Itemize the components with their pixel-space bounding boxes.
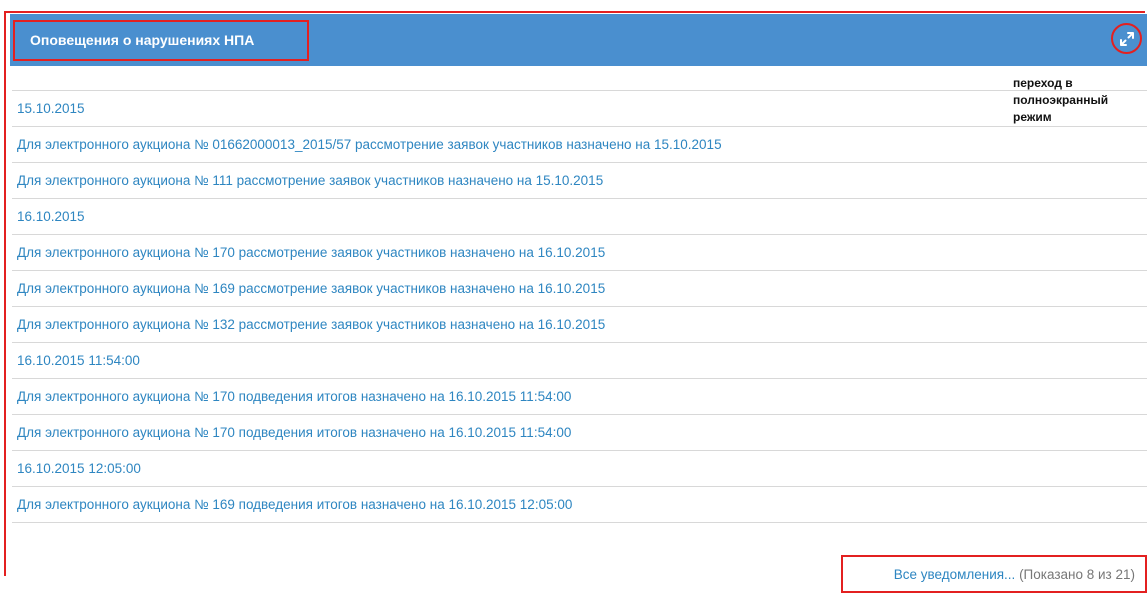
notification-item[interactable]: Для электронного аукциона № 111 рассмотр… bbox=[12, 163, 1147, 199]
shown-count: (Показано 8 из 21) bbox=[1015, 567, 1135, 582]
notification-item[interactable]: Для электронного аукциона № 01662000013_… bbox=[12, 127, 1147, 163]
date-group-header[interactable]: 16.10.2015 11:54:00 bbox=[12, 343, 1147, 379]
notification-item[interactable]: Для электронного аукциона № 169 рассмотр… bbox=[12, 271, 1147, 307]
panel-title: Оповещения о нарушениях НПА bbox=[30, 32, 255, 48]
list-spacer bbox=[12, 69, 1147, 91]
footer-highlight: Все уведомления... (Показано 8 из 21) bbox=[841, 555, 1147, 593]
date-group-header[interactable]: 16.10.2015 bbox=[12, 199, 1147, 235]
footer-text: Все уведомления... (Показано 8 из 21) bbox=[894, 557, 1135, 593]
notification-item[interactable]: Для электронного аукциона № 170 подведен… bbox=[12, 379, 1147, 415]
notification-list: 15.10.2015 Для электронного аукциона № 01… bbox=[12, 69, 1147, 523]
notification-item[interactable]: Для электронного аукциона № 169 подведен… bbox=[12, 487, 1147, 523]
notification-item[interactable]: Для электронного аукциона № 170 подведен… bbox=[12, 415, 1147, 451]
expand-icon[interactable] bbox=[1119, 31, 1135, 47]
notification-item[interactable]: Для электронного аукциона № 132 рассмотр… bbox=[12, 307, 1147, 343]
notification-item[interactable]: Для электронного аукциона № 170 рассмотр… bbox=[12, 235, 1147, 271]
date-group-header[interactable]: 15.10.2015 bbox=[12, 91, 1147, 127]
date-group-header[interactable]: 16.10.2015 12:05:00 bbox=[12, 451, 1147, 487]
all-notifications-link[interactable]: Все уведомления... bbox=[894, 567, 1016, 582]
